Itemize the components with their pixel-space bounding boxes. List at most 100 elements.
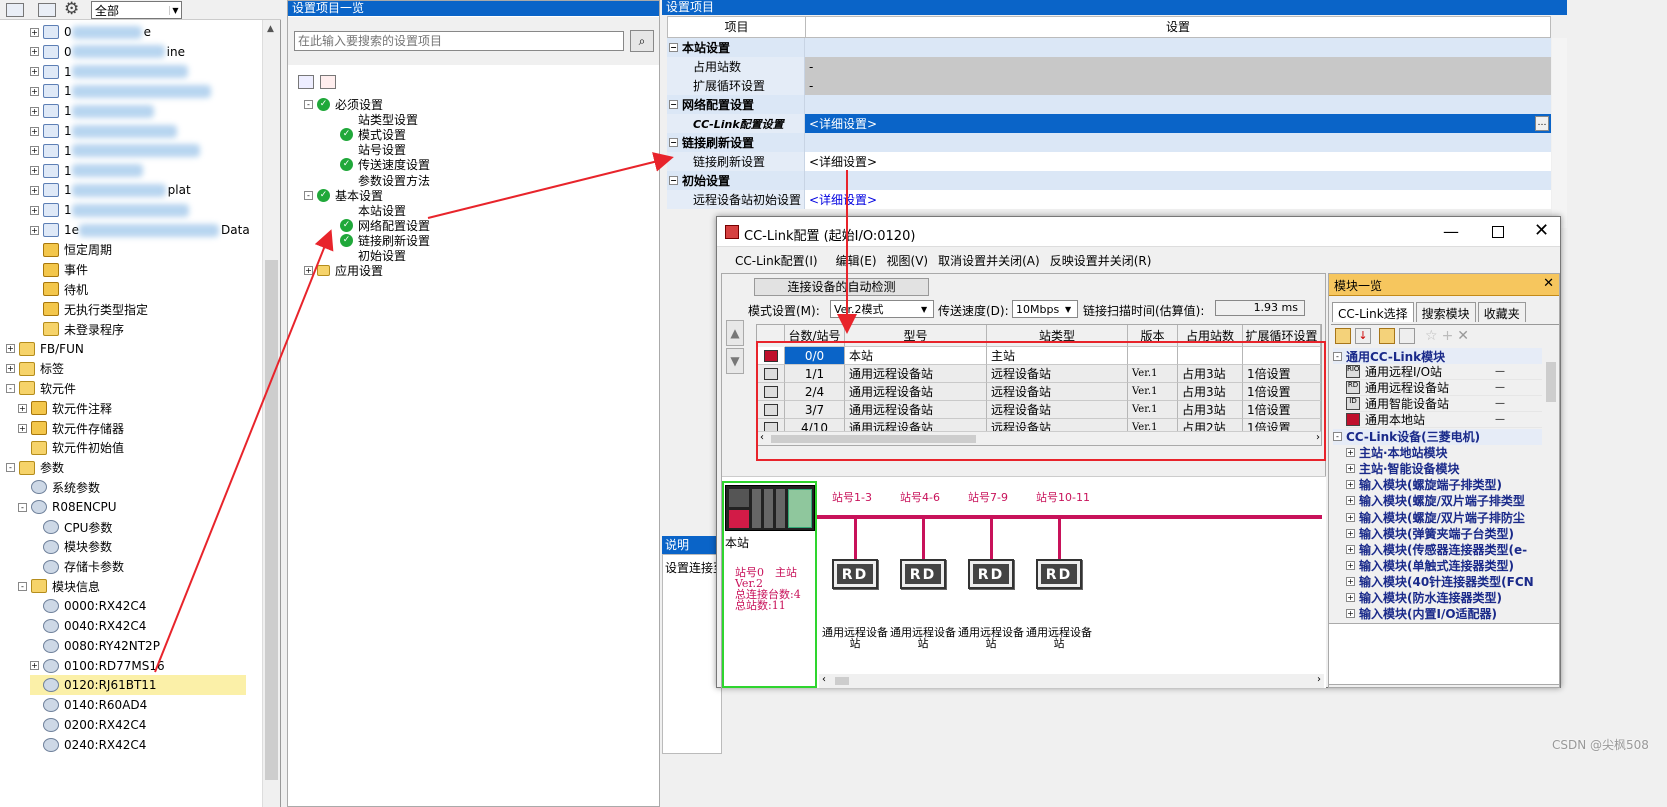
collapse-icon[interactable]: − <box>669 100 678 109</box>
tree-item[interactable]: 存储卡参数 <box>30 557 246 577</box>
expander-icon[interactable]: + <box>30 205 39 215</box>
setting-row[interactable]: 占用站数 - <box>667 57 1551 76</box>
module-tab[interactable]: CC-Link选择 <box>1332 302 1414 322</box>
tree-item-blurred[interactable]: +1 <box>30 200 260 220</box>
setting-search-input[interactable] <box>294 31 624 51</box>
setting-tree-item[interactable]: ✓ 传送速度设置 <box>340 157 430 172</box>
setting-tree-item[interactable]: - ✓ 基本设置 <box>304 188 383 203</box>
tree-item[interactable]: 无执行类型指定 <box>30 299 246 319</box>
module-tree-item[interactable]: RIO 通用远程I/O站 — <box>1346 364 1542 381</box>
collapse-all-icon[interactable] <box>320 75 336 89</box>
module-tree-item[interactable]: + 输入模块(弹簧夹端子台类型) <box>1346 525 1542 541</box>
rd-station-icon[interactable]: RD <box>900 559 946 589</box>
setting-tree-item[interactable]: ✓ 模式设置 <box>340 127 406 142</box>
tree-item[interactable]: 事件 <box>30 260 246 280</box>
module-tree-item[interactable]: + 输入模块(螺旋端子排类型) <box>1346 477 1542 493</box>
setting-row[interactable]: − 网络配置设置 <box>667 95 1551 114</box>
tree-item[interactable]: - 软元件 <box>6 378 246 398</box>
module-tree-item[interactable]: + 输入模块(单触式连接器类型) <box>1346 557 1542 573</box>
module-tab[interactable]: 搜索模块 <box>1415 302 1476 322</box>
tree-item[interactable]: + 标签 <box>6 359 246 379</box>
collapse-icon[interactable]: − <box>669 43 678 52</box>
rd-station-icon[interactable]: RD <box>968 559 1014 589</box>
setting-row[interactable]: − 初始设置 <box>667 171 1551 190</box>
project-scrollbar[interactable]: ▲ <box>262 20 280 807</box>
setting-row-value[interactable]: - <box>805 76 1551 95</box>
tree-item[interactable]: 0000:RX42C4 <box>30 596 246 616</box>
filter-select[interactable]: 全部 ▼ <box>91 1 182 19</box>
setting-row[interactable]: 远程设备站初始设置 <详细设置> <box>667 190 1551 209</box>
collapse-icon[interactable] <box>1399 327 1415 344</box>
module-scroll-thumb[interactable] <box>1546 362 1556 402</box>
scroll-up-icon[interactable]: ▲ <box>267 24 274 34</box>
setting-tree-item[interactable]: 初始设置 <box>340 248 406 263</box>
expander-icon[interactable]: - <box>1333 432 1342 441</box>
module-tree-item[interactable]: + 主站·智能设备模块 <box>1346 461 1542 477</box>
expander-icon[interactable]: - <box>18 581 27 591</box>
tree-item[interactable]: 模块参数 <box>30 537 246 557</box>
move-up-button[interactable]: ▲ <box>726 320 744 346</box>
diagram-hscroll[interactable]: ‹ › <box>819 674 1324 688</box>
expander-icon[interactable]: + <box>1346 464 1355 474</box>
tree-item[interactable]: 恒定周期 <box>30 240 246 260</box>
expander-icon[interactable]: + <box>304 266 313 276</box>
tree-item-blurred[interactable]: +0 ine <box>30 42 260 62</box>
tree-item[interactable]: - 模块信息 <box>18 576 246 596</box>
tree-item[interactable]: CPU参数 <box>30 517 246 537</box>
module-tree-item[interactable]: + 输入模块(螺旋/双片端子排防尘 <box>1346 509 1542 525</box>
expander-icon[interactable]: - <box>6 383 15 393</box>
setting-tree-item[interactable]: ✓ 链接刷新设置 <box>340 233 430 248</box>
collapse-icon[interactable]: − <box>669 138 678 147</box>
setting-tree-item[interactable]: ✓ 网络配置设置 <box>340 218 430 233</box>
expander-icon[interactable]: + <box>30 27 39 37</box>
expander-icon[interactable]: + <box>30 86 39 96</box>
tree-item[interactable]: 0200:RX42C4 <box>30 715 246 735</box>
tree-item-blurred[interactable]: +1e Data <box>30 220 260 240</box>
tree-item[interactable]: 软元件初始值 <box>18 438 246 458</box>
expander-icon[interactable]: + <box>18 403 27 413</box>
scroll-left-icon[interactable]: ‹ <box>822 674 826 685</box>
col-setting-header[interactable]: 设置 <box>806 17 1550 37</box>
auto-detect-button[interactable]: 连接设备的自动检测 <box>754 278 929 296</box>
maximize-icon[interactable] <box>1492 226 1504 238</box>
expander-icon[interactable]: + <box>6 364 15 374</box>
tree-item-blurred[interactable]: +1 <box>30 121 260 141</box>
setting-tree-item[interactable]: 站类型设置 <box>340 112 418 127</box>
setting-row-value[interactable]: <详细设置>… <box>805 114 1551 133</box>
tree-item[interactable]: 未登录程序 <box>30 319 246 339</box>
setting-items-scroll[interactable] <box>1552 38 1567 228</box>
tree-item[interactable]: 0040:RX42C4 <box>30 616 246 636</box>
setting-row-value[interactable]: <详细设置> <box>805 152 1551 171</box>
setting-row[interactable]: − 链接刷新设置 <box>667 133 1551 152</box>
rd-station-icon[interactable]: RD <box>832 559 878 589</box>
expander-icon[interactable]: + <box>1346 593 1355 602</box>
binoculars-button[interactable]: ⌕ <box>630 30 654 52</box>
favorite-star-icon[interactable]: ☆ <box>1425 328 1438 344</box>
tree-item[interactable]: - R08ENCPU <box>18 497 246 517</box>
expander-icon[interactable]: + <box>30 661 39 671</box>
expander-icon[interactable]: + <box>1346 496 1355 506</box>
module-tree-item[interactable]: + 输入模块(40针连接器类型(FCN <box>1346 573 1542 589</box>
setting-row-value[interactable]: - <box>805 57 1551 76</box>
tree-item-blurred[interactable]: +1 plat <box>30 180 260 200</box>
tree-item[interactable]: + 软元件注释 <box>18 398 246 418</box>
tree-item-blurred[interactable]: +1 <box>30 161 260 181</box>
tree-item[interactable]: +0100:RD77MS16 <box>30 656 246 676</box>
expand-all-icon[interactable] <box>298 75 314 89</box>
expander-icon[interactable]: - <box>18 502 27 512</box>
menu-item[interactable]: 取消设置并关闭(A) <box>938 252 1040 269</box>
tree-item-blurred[interactable]: +1 <box>30 141 260 161</box>
expander-icon[interactable]: + <box>30 225 39 235</box>
list-view-icon[interactable] <box>38 3 56 17</box>
expander-icon[interactable]: - <box>1333 351 1342 361</box>
expander-icon[interactable]: + <box>6 344 15 354</box>
expander-icon[interactable]: - <box>304 190 313 200</box>
tree-item[interactable]: 0240:RX42C4 <box>30 735 246 755</box>
scroll-right-icon[interactable]: › <box>1317 674 1321 685</box>
rd-station-icon[interactable]: RD <box>1036 559 1082 589</box>
tree-item[interactable]: + FB/FUN <box>6 339 246 359</box>
tree-item[interactable]: + 软元件存储器 <box>18 418 246 438</box>
tree-item-blurred[interactable]: +0 e <box>30 22 260 42</box>
expander-icon[interactable]: - <box>6 463 15 473</box>
setting-tree-item[interactable]: - ✓ 必须设置 <box>304 97 383 112</box>
